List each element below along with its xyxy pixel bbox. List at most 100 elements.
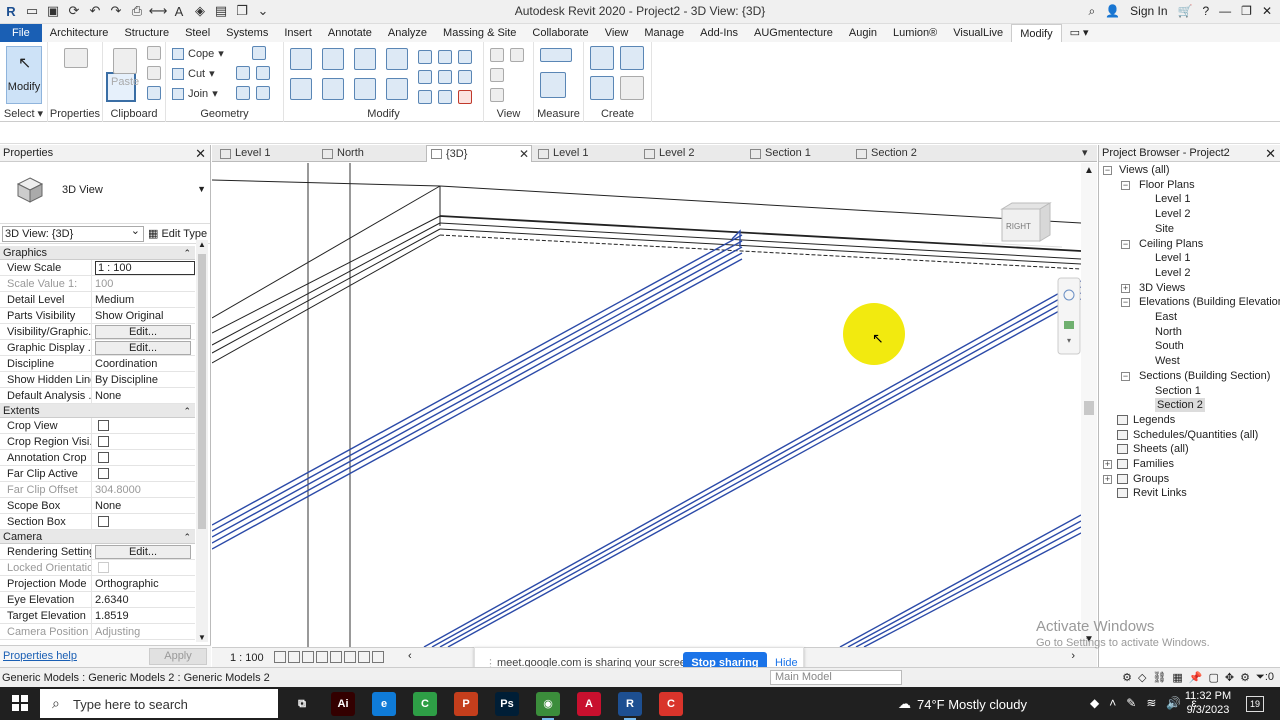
scroll-right-icon[interactable]: › xyxy=(1071,650,1075,662)
tree-node-groups[interactable]: Groups xyxy=(1133,472,1169,486)
demolish-icon[interactable] xyxy=(256,66,270,80)
section-graphics[interactable]: Graphics ⌃ xyxy=(0,246,195,260)
task-view-icon[interactable]: ⧉ xyxy=(290,692,314,716)
tab-modify[interactable]: Modify xyxy=(1011,24,1062,42)
property-value[interactable] xyxy=(92,418,195,433)
clock[interactable]: 11:32 PM 9/3/2023 xyxy=(1180,689,1236,717)
open-icon[interactable]: ▭ xyxy=(23,2,41,20)
collapse-icon[interactable]: − xyxy=(1103,166,1112,175)
cut-geometry-button[interactable]: Cut ▾ xyxy=(172,67,215,80)
trim-extend-icon[interactable] xyxy=(386,78,408,100)
select-underlay-icon[interactable]: ▦ xyxy=(1172,671,1182,684)
tree-node-elevations-building-elevation[interactable]: Elevations (Building Elevation) xyxy=(1139,295,1280,309)
tree-node-schedules-quantities-all[interactable]: Schedules/Quantities (all) xyxy=(1133,428,1258,442)
tab-visuallive[interactable]: VisualLive xyxy=(945,24,1011,42)
tab-manage[interactable]: Manage xyxy=(636,24,692,42)
print-icon[interactable]: ⎙ xyxy=(128,2,146,20)
tab-view[interactable]: View xyxy=(597,24,637,42)
split-face-icon[interactable] xyxy=(252,46,266,60)
tree-node-north[interactable]: North xyxy=(1155,325,1182,339)
tree-node-3d-views[interactable]: 3D Views xyxy=(1139,281,1185,295)
background-process-icon[interactable]: ⚙ xyxy=(1240,671,1250,684)
expand-icon[interactable]: + xyxy=(1103,474,1112,484)
edit-button[interactable]: Edit... xyxy=(95,325,191,339)
unpin-icon[interactable] xyxy=(458,70,472,84)
close-icon[interactable]: ✕ xyxy=(1265,145,1276,162)
copy-icon[interactable] xyxy=(147,66,161,80)
mirror-axis-icon[interactable] xyxy=(354,48,376,70)
extend-icon[interactable] xyxy=(438,90,452,104)
collapse-icon[interactable]: − xyxy=(1121,371,1130,381)
cut-icon[interactable] xyxy=(147,46,161,60)
illustrator-icon[interactable]: Ai xyxy=(331,692,355,716)
revit-logo-icon[interactable]: R xyxy=(2,2,20,20)
sun-path-icon[interactable] xyxy=(302,651,314,663)
viewcube[interactable]: RIGHT xyxy=(981,202,1063,248)
instance-filter-dropdown[interactable]: 3D View: {3D} xyxy=(2,224,144,242)
property-value[interactable]: Edit... xyxy=(92,340,195,355)
view-scale[interactable]: 1 : 100 xyxy=(230,652,264,664)
active-model-dropdown[interactable]: Main Model xyxy=(770,670,902,685)
property-value[interactable] xyxy=(92,466,195,481)
select-pinned-icon[interactable]: 📌 xyxy=(1189,671,1203,684)
property-value[interactable]: Show Original xyxy=(92,308,195,323)
tree-node-south[interactable]: South xyxy=(1155,339,1184,353)
cart-icon[interactable]: 🛒 xyxy=(1178,2,1193,20)
property-value[interactable]: 2.6340 xyxy=(92,592,195,607)
drag-elements-icon[interactable]: ✥ xyxy=(1225,671,1234,684)
view-tab-north[interactable]: North xyxy=(322,145,364,162)
measure-icon[interactable]: ⟷ xyxy=(149,2,168,20)
collapse-icon[interactable]: − xyxy=(1121,239,1130,249)
property-value[interactable]: None xyxy=(92,498,195,513)
measure-distance-icon[interactable] xyxy=(540,48,572,62)
view-3d-icon[interactable]: ◈ xyxy=(191,2,209,20)
checkbox[interactable] xyxy=(98,516,109,527)
collapse-icon[interactable]: ⌃ xyxy=(183,246,191,260)
tree-node-sheets-all[interactable]: Sheets (all) xyxy=(1133,442,1189,456)
design-options-icon[interactable]: ◇ xyxy=(1138,671,1146,684)
show-crop-icon[interactable] xyxy=(358,651,370,663)
paste-button[interactable]: Paste xyxy=(111,76,139,88)
modify-button[interactable]: ↖ Modify xyxy=(6,46,42,104)
tab-architecture[interactable]: Architecture xyxy=(42,24,117,42)
property-value[interactable]: None xyxy=(92,388,195,403)
apply-button[interactable]: Apply xyxy=(149,648,207,665)
chevron-up-icon[interactable]: ˄ xyxy=(1109,696,1116,710)
save-icon[interactable]: ▣ xyxy=(44,2,62,20)
expand-icon[interactable]: + xyxy=(1103,460,1112,469)
customize-icon[interactable]: ⌄ xyxy=(254,2,272,20)
tab-insert[interactable]: Insert xyxy=(276,24,320,42)
scale-icon[interactable] xyxy=(438,70,452,84)
collapse-icon[interactable]: − xyxy=(1121,298,1130,308)
navigation-bar[interactable]: ▾ xyxy=(1057,277,1081,355)
pen-icon[interactable]: ✎ xyxy=(1126,696,1136,710)
filter-icon[interactable]: ⏷:0 xyxy=(1256,671,1274,684)
view-tab-3d[interactable]: {3D} ✕ xyxy=(426,145,532,162)
tree-node-legends[interactable]: Legends xyxy=(1133,413,1175,427)
tree-node-sections-building-section[interactable]: Sections (Building Section) xyxy=(1139,369,1270,383)
worksets-icon[interactable]: ⚙ xyxy=(1122,671,1132,684)
mirror-draw-icon[interactable] xyxy=(386,48,408,70)
tree-node-level-1[interactable]: Level 1 xyxy=(1155,192,1190,206)
notification-badge[interactable]: 19 xyxy=(1246,696,1264,712)
scroll-up-icon[interactable]: ▲ xyxy=(1084,165,1094,176)
select-dropdown[interactable]: Select ▾ xyxy=(0,107,47,120)
tree-node-west[interactable]: West xyxy=(1155,354,1180,368)
wifi-icon[interactable]: ≋ xyxy=(1146,696,1156,710)
edit-type-button[interactable]: ▦ Edit Type xyxy=(148,227,207,240)
tree-node-level-2[interactable]: Level 2 xyxy=(1155,266,1190,280)
tab-annotate[interactable]: Annotate xyxy=(320,24,380,42)
shadows-icon[interactable] xyxy=(316,651,328,663)
tree-node-revit-links[interactable]: Revit Links xyxy=(1133,486,1187,500)
create-group-icon[interactable] xyxy=(590,76,614,100)
paste-icon[interactable] xyxy=(113,48,137,74)
type-properties-icon[interactable] xyxy=(64,48,88,68)
powerpoint-icon[interactable]: P xyxy=(454,692,478,716)
property-value[interactable]: Edit... xyxy=(92,324,195,339)
property-value[interactable]: Medium xyxy=(92,292,195,307)
crop-view-icon[interactable] xyxy=(344,651,356,663)
remove-paint-icon[interactable] xyxy=(256,86,270,100)
undo-icon[interactable]: ↶ xyxy=(86,2,104,20)
tab-steel[interactable]: Steel xyxy=(177,24,218,42)
tree-node-families[interactable]: Families xyxy=(1133,457,1174,471)
